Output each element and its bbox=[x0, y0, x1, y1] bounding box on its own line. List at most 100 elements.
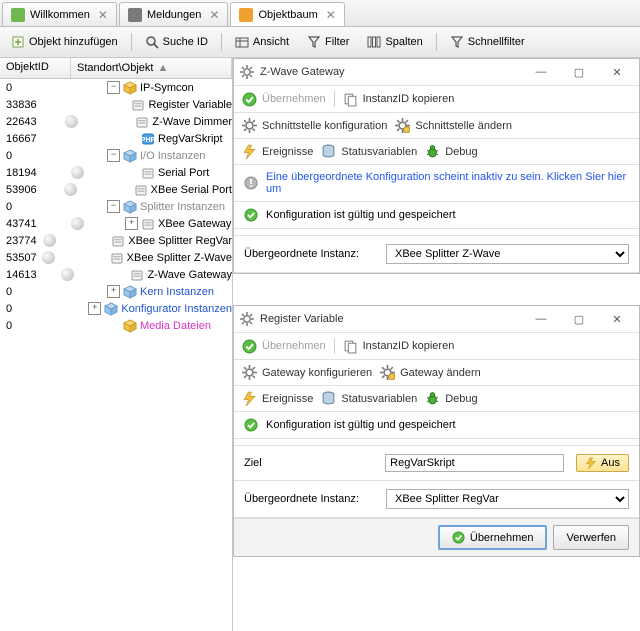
view-button[interactable]: Ansicht bbox=[228, 32, 296, 52]
tree-label: Register Variable bbox=[148, 99, 232, 111]
gear-icon bbox=[240, 312, 254, 326]
mod-icon bbox=[141, 217, 155, 231]
expand-toggle[interactable]: + bbox=[107, 285, 120, 298]
minimize-button[interactable]: — bbox=[525, 309, 557, 329]
status-indicator bbox=[43, 234, 56, 247]
close-button[interactable]: ✕ bbox=[601, 309, 633, 329]
gateway-change-button[interactable]: Gateway ändern bbox=[380, 365, 481, 380]
tree-row[interactable]: 0−IP-Symcon bbox=[0, 79, 232, 96]
tab-meldungen[interactable]: Meldungen✕ bbox=[119, 2, 229, 26]
copy-instanceid-button[interactable]: InstanzID kopieren bbox=[343, 92, 455, 107]
interface-change-button[interactable]: Schnittstelle ändern bbox=[395, 118, 512, 133]
expand-toggle[interactable]: + bbox=[125, 217, 138, 230]
expand-toggle[interactable]: + bbox=[88, 302, 101, 315]
database-icon bbox=[321, 391, 336, 406]
search-id-button[interactable]: Suche ID bbox=[138, 32, 215, 52]
ziel-input[interactable] bbox=[385, 454, 564, 472]
tree-row[interactable]: 0Media Dateien bbox=[0, 317, 232, 334]
tree-label: XBee Splitter Z-Wave bbox=[127, 252, 232, 264]
database-icon bbox=[321, 144, 336, 159]
ok-message: Konfiguration ist gültig und gespeichert bbox=[234, 412, 639, 439]
tree-row[interactable]: 43741+XBee Gateway bbox=[0, 215, 232, 232]
toolbar: Objekt hinzufügen Suche ID Ansicht Filte… bbox=[0, 27, 640, 58]
tree-row[interactable]: 22643Z-Wave Dimmer bbox=[0, 113, 232, 130]
object-id: 14613 bbox=[0, 269, 60, 281]
close-button[interactable]: ✕ bbox=[601, 62, 633, 82]
apply-footer-button[interactable]: Übernehmen bbox=[438, 525, 548, 550]
parent-instance-select[interactable]: XBee Splitter Z-Wave bbox=[386, 244, 629, 264]
check-icon bbox=[244, 208, 258, 222]
tree-row[interactable]: 16667RegVarSkript bbox=[0, 130, 232, 147]
mod-icon bbox=[111, 234, 125, 248]
tree-row[interactable]: 0−Splitter Instanzen bbox=[0, 198, 232, 215]
debug-button[interactable]: Debug bbox=[425, 391, 477, 406]
tree-row[interactable]: 0−I/O Instanzen bbox=[0, 147, 232, 164]
tab-label: Willkommen bbox=[30, 9, 90, 21]
object-id: 33836 bbox=[0, 99, 61, 111]
col-object[interactable]: Standort\Objekt▲ bbox=[71, 58, 232, 78]
status-indicator bbox=[71, 166, 84, 179]
quickfilter-button[interactable]: Schnellfilter bbox=[443, 32, 532, 52]
close-icon[interactable]: ✕ bbox=[98, 8, 108, 22]
debug-button[interactable]: Debug bbox=[425, 144, 477, 159]
maximize-button[interactable]: ▢ bbox=[563, 309, 595, 329]
apply-button[interactable]: Übernehmen bbox=[242, 339, 326, 354]
copy-instanceid-button[interactable]: InstanzID kopieren bbox=[343, 339, 455, 354]
add-object-button[interactable]: Objekt hinzufügen bbox=[4, 32, 125, 52]
tree-row[interactable]: 18194Serial Port bbox=[0, 164, 232, 181]
events-button[interactable]: Ereignisse bbox=[242, 391, 313, 406]
minimize-button[interactable]: — bbox=[525, 62, 557, 82]
close-icon[interactable]: ✕ bbox=[326, 8, 336, 22]
apply-button[interactable]: Übernehmen bbox=[242, 92, 326, 107]
close-icon[interactable]: ✕ bbox=[209, 8, 219, 22]
tree-row[interactable]: 53906XBee Serial Port bbox=[0, 181, 232, 198]
mod-icon bbox=[130, 268, 144, 282]
object-id: 0 bbox=[0, 201, 68, 213]
tab-willkommen[interactable]: Willkommen ✕ bbox=[2, 2, 117, 26]
discard-button[interactable]: Verwerfen bbox=[553, 525, 629, 550]
parent-instance-select[interactable]: XBee Splitter RegVar bbox=[386, 489, 629, 509]
col-id[interactable]: ObjektID bbox=[0, 58, 71, 78]
tree-row[interactable]: 14613Z-Wave Gateway bbox=[0, 266, 232, 283]
filter-button[interactable]: Filter bbox=[300, 32, 356, 52]
tree-row[interactable]: 0+Kern Instanzen bbox=[0, 283, 232, 300]
warning-icon bbox=[244, 176, 258, 190]
object-id: 53507 bbox=[0, 252, 42, 264]
check-icon bbox=[244, 418, 258, 432]
statusvars-button[interactable]: Statusvariablen bbox=[321, 144, 417, 159]
expand-toggle[interactable]: − bbox=[107, 149, 120, 162]
parent-instance-label: Übergeordnete Instanz: bbox=[244, 248, 374, 260]
events-button[interactable]: Ereignisse bbox=[242, 144, 313, 159]
expand-toggle[interactable]: − bbox=[107, 200, 120, 213]
gear-yellow-icon bbox=[380, 365, 395, 380]
ziel-label: Ziel bbox=[244, 457, 373, 469]
tree-row[interactable]: 53507 XBee Splitter Z-Wave bbox=[0, 249, 232, 266]
status-indicator bbox=[42, 251, 55, 264]
cube-y-icon bbox=[123, 319, 137, 333]
tree-label: Konfigurator Instanzen bbox=[121, 303, 232, 315]
tab-objektbaum[interactable]: Objektbaum✕ bbox=[230, 2, 344, 26]
status-indicator bbox=[64, 183, 77, 196]
warning-message[interactable]: Eine übergeordnete Konfiguration scheint… bbox=[234, 165, 639, 202]
tree-row[interactable]: 0+Konfigurator Instanzen bbox=[0, 300, 232, 317]
separator bbox=[131, 33, 132, 51]
object-id: 18194 bbox=[0, 167, 68, 179]
statusvars-button[interactable]: Statusvariablen bbox=[321, 391, 417, 406]
maximize-button[interactable]: ▢ bbox=[563, 62, 595, 82]
tree-label: XBee Splitter RegVar bbox=[128, 235, 232, 247]
ziel-select-button[interactable]: Aus bbox=[576, 454, 629, 472]
tree-row[interactable]: 23774XBee Splitter RegVar bbox=[0, 232, 232, 249]
expand-toggle[interactable]: − bbox=[107, 81, 120, 94]
object-id: 53906 bbox=[0, 184, 62, 196]
bolt-icon bbox=[242, 391, 257, 406]
columns-button[interactable]: Spalten bbox=[360, 32, 429, 52]
window-zwave-gateway: Z-Wave Gateway — ▢ ✕ Übernehmen InstanzI… bbox=[233, 58, 640, 274]
tab-icon bbox=[128, 8, 142, 22]
interface-config-button[interactable]: Schnittstelle konfiguration bbox=[242, 118, 387, 133]
gear-icon bbox=[242, 118, 257, 133]
tree-row[interactable]: 33836 Register Variable bbox=[0, 96, 232, 113]
gateway-config-button[interactable]: Gateway konfigurieren bbox=[242, 365, 372, 380]
tree-label: I/O Instanzen bbox=[140, 150, 205, 162]
copy-icon bbox=[343, 92, 358, 107]
object-id: 0 bbox=[0, 82, 68, 94]
